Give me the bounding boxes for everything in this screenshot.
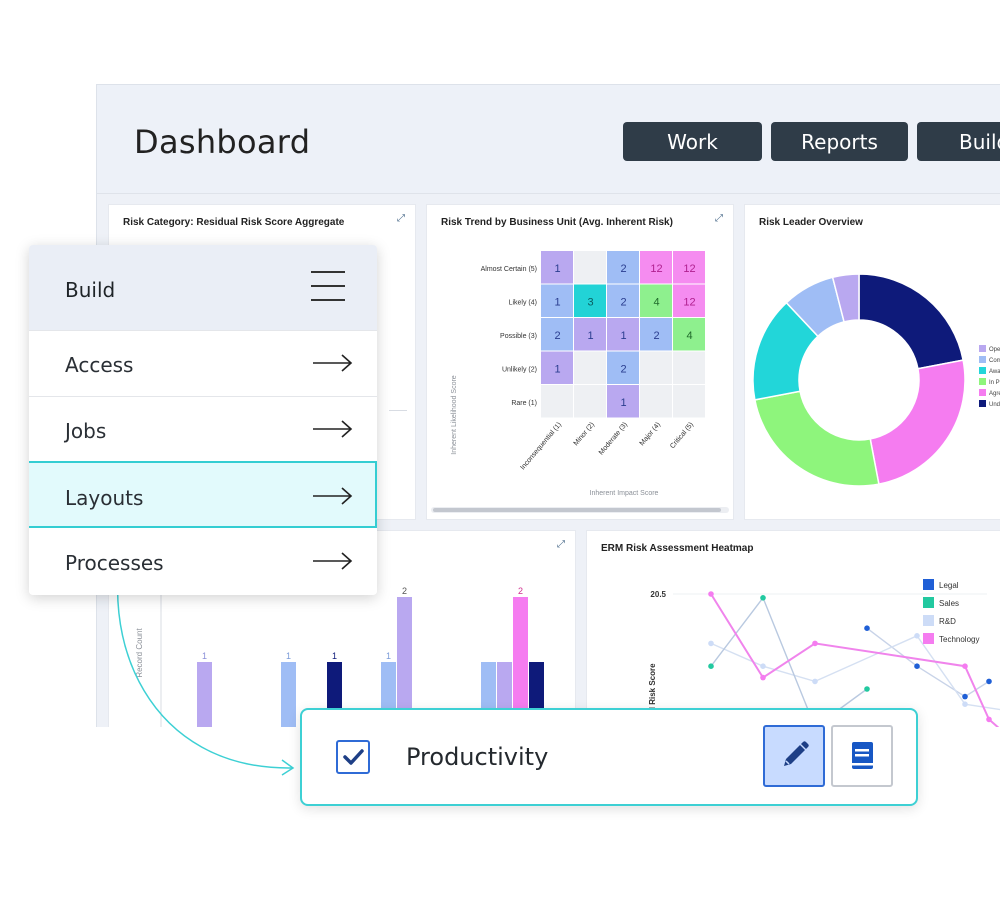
menu-item-jobs[interactable]: Jobs bbox=[29, 396, 377, 462]
arrow-right-icon bbox=[313, 487, 353, 505]
hamburger-menu-icon[interactable] bbox=[311, 271, 345, 301]
menu-item-layouts[interactable]: Layouts bbox=[29, 461, 377, 528]
book-icon bbox=[852, 742, 873, 769]
arrow-right-icon bbox=[313, 354, 353, 372]
build-menu: Build Access Jobs Layouts Processes bbox=[29, 245, 377, 595]
edit-button[interactable] bbox=[763, 725, 825, 787]
menu-item-label: Processes bbox=[65, 551, 164, 575]
arrow-right-icon bbox=[313, 420, 353, 438]
arrow-right-icon bbox=[313, 552, 353, 570]
menu-item-label: Layouts bbox=[65, 486, 144, 510]
menu-item-processes[interactable]: Processes bbox=[29, 529, 377, 594]
menu-item-access[interactable]: Access bbox=[29, 330, 377, 396]
build-menu-title: Build bbox=[65, 278, 116, 302]
menu-item-label: Access bbox=[65, 353, 134, 377]
productivity-checkbox[interactable] bbox=[336, 740, 370, 774]
productivity-label: Productivity bbox=[406, 743, 549, 771]
checkmark-icon bbox=[343, 749, 364, 765]
productivity-layout-row: Productivity bbox=[300, 708, 918, 806]
pencil-icon bbox=[784, 741, 809, 766]
build-menu-header: Build bbox=[29, 245, 377, 330]
documentation-button[interactable] bbox=[831, 725, 893, 787]
menu-item-label: Jobs bbox=[65, 419, 107, 443]
